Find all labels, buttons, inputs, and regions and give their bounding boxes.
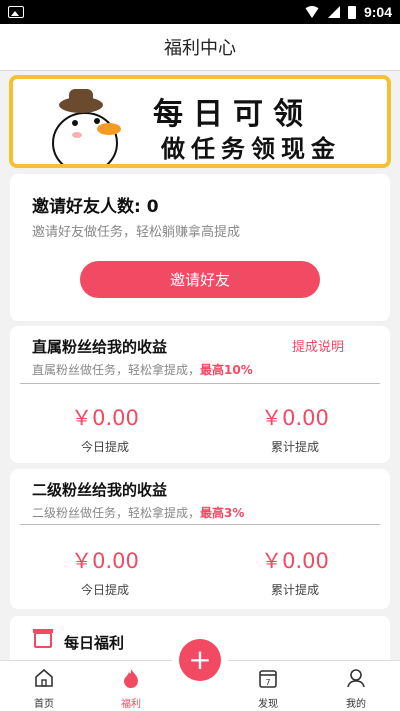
gallery-icon bbox=[8, 6, 24, 18]
tab-home-label: 首页 bbox=[34, 699, 54, 710]
flame-icon bbox=[124, 669, 138, 688]
invite-card: 邀请好友人数: 0 邀请好友做任务，轻松躺赚拿高提成 邀请好友 bbox=[10, 174, 390, 321]
calendar-day: 7 bbox=[265, 678, 270, 687]
banner-subline: 做任务领现金 bbox=[161, 134, 341, 163]
direct-fans-earnings-card: 直属粉丝给我的收益 提成说明 直属粉丝做任务，轻松拿提成，最高10% ￥0.00… bbox=[10, 326, 390, 463]
gift-icon bbox=[33, 629, 53, 648]
tab-mine-label: 我的 bbox=[346, 699, 366, 710]
invite-count: 邀请好友人数: 0 bbox=[32, 197, 159, 217]
home-icon bbox=[35, 668, 53, 687]
invite-description: 邀请好友做任务，轻松躺赚拿高提成 bbox=[32, 225, 241, 240]
direct-today-amount: ￥0.00 bbox=[71, 406, 139, 430]
divider bbox=[20, 524, 380, 525]
direct-total-stat: ￥0.00 累计提成 bbox=[220, 402, 370, 455]
battery-icon bbox=[347, 5, 356, 19]
direct-today-stat: ￥0.00 今日提成 bbox=[30, 402, 180, 455]
second-max-rate: 最高3% bbox=[200, 506, 245, 520]
duck-mascot-icon bbox=[52, 89, 121, 164]
second-today-stat: ￥0.00 今日提成 bbox=[30, 545, 180, 598]
wifi-icon bbox=[303, 6, 320, 18]
tab-mine[interactable]: 我的 bbox=[331, 667, 381, 710]
tab-welfare-label: 福利 bbox=[121, 699, 141, 710]
tab-home[interactable]: 首页 bbox=[19, 667, 69, 710]
tab-discover-label: 发现 bbox=[258, 699, 278, 710]
daily-welfare-title: 每日福利 bbox=[64, 634, 125, 652]
direct-max-rate: 最高10% bbox=[200, 363, 253, 377]
signal-icon bbox=[327, 6, 340, 18]
second-total-label: 累计提成 bbox=[270, 583, 319, 597]
second-fans-title: 二级粉丝给我的收益 bbox=[32, 481, 168, 499]
direct-fans-title: 直属粉丝给我的收益 bbox=[32, 338, 168, 356]
page-title: 福利中心 bbox=[0, 24, 400, 71]
direct-fans-subtitle: 直属粉丝做任务，轻松拿提成，最高10% bbox=[32, 363, 253, 377]
commission-info-link[interactable]: 提成说明 bbox=[292, 336, 344, 355]
second-fans-earnings-card: 二级粉丝给我的收益 二级粉丝做任务，轻松拿提成，最高3% ￥0.00 今日提成 … bbox=[10, 469, 390, 609]
status-time: 9:04 bbox=[363, 4, 392, 20]
second-fans-subtitle: 二级粉丝做任务，轻松拿提成，最高3% bbox=[32, 506, 245, 520]
direct-today-label: 今日提成 bbox=[80, 440, 129, 454]
divider bbox=[20, 383, 380, 384]
banner-headline: 每日可领 bbox=[153, 97, 313, 132]
direct-total-amount: ￥0.00 bbox=[261, 406, 329, 430]
add-button[interactable]: + bbox=[179, 639, 221, 681]
invite-friends-button[interactable]: 邀请好友 bbox=[80, 261, 320, 298]
direct-total-label: 累计提成 bbox=[270, 440, 319, 454]
calendar-icon: 7 bbox=[259, 670, 277, 688]
tab-welfare[interactable]: 福利 bbox=[106, 667, 156, 710]
person-icon bbox=[347, 669, 365, 688]
tab-discover[interactable]: 7 发现 bbox=[243, 667, 293, 710]
second-today-label: 今日提成 bbox=[80, 583, 129, 597]
second-today-amount: ￥0.00 bbox=[71, 549, 139, 573]
second-total-stat: ￥0.00 累计提成 bbox=[220, 545, 370, 598]
promo-banner[interactable]: 每日可领 做任务领现金 bbox=[9, 75, 391, 168]
second-total-amount: ￥0.00 bbox=[261, 549, 329, 573]
status-bar: 9:04 bbox=[0, 0, 400, 24]
